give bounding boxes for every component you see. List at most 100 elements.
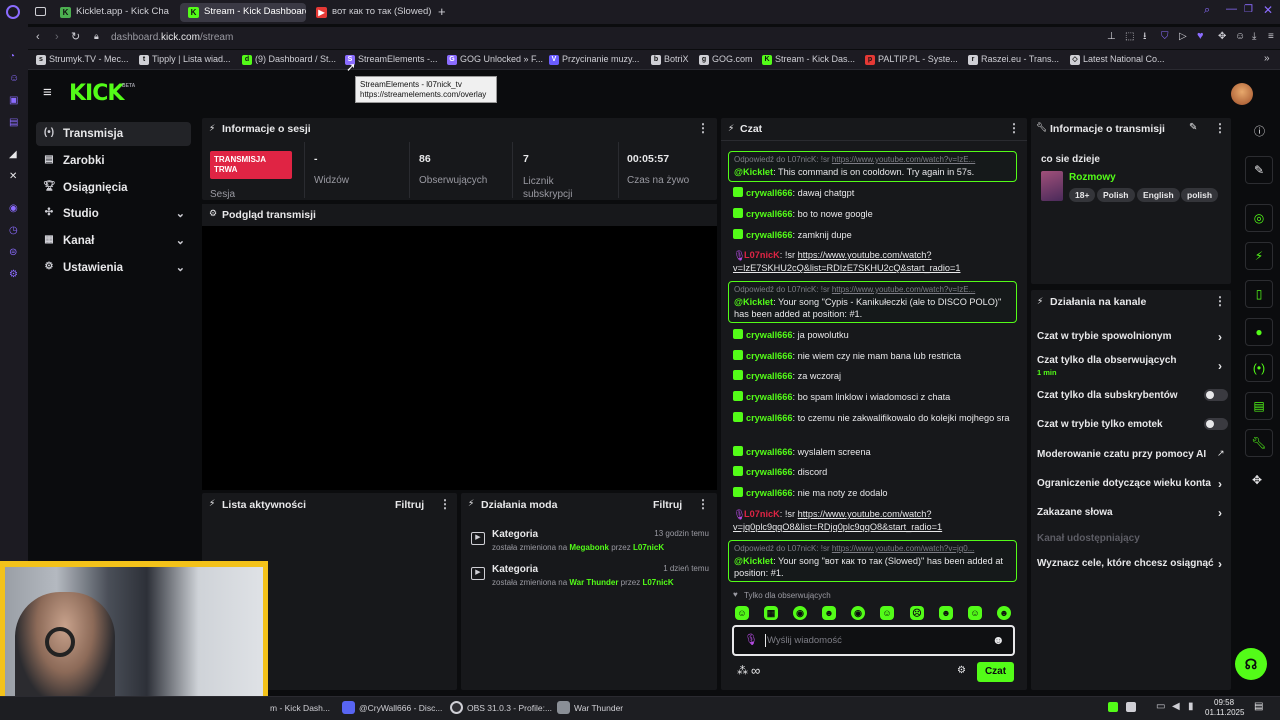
song-link[interactable]: https://www.youtube.com/watch? bbox=[798, 509, 932, 519]
lightning-tool-button[interactable]: ⚡︎ bbox=[1245, 242, 1273, 270]
bookmark-item[interactable]: V Przycinanie muzy... bbox=[549, 54, 639, 65]
maximize-icon[interactable]: ❐ bbox=[1244, 5, 1253, 15]
extensions-icon[interactable]: ✥ bbox=[1218, 32, 1226, 42]
tab-kicklet[interactable]: K Kicklet.app - Kick Cha bbox=[52, 3, 176, 22]
chat-tool-button[interactable]: ● bbox=[1245, 318, 1273, 346]
bookmark-item[interactable]: t Tipply | Lista wiad... bbox=[139, 54, 231, 65]
bookmark-item[interactable]: b BotriX bbox=[651, 54, 689, 65]
notifications-icon[interactable]: ▤ bbox=[1254, 702, 1263, 712]
downloads-icon[interactable]: ⤓ bbox=[1252, 32, 1256, 42]
mic-tray-icon[interactable]: ▮ bbox=[1188, 702, 1194, 712]
browser-menu-icon[interactable]: ≡ bbox=[1268, 32, 1274, 42]
taskbar-item[interactable]: OBS 31.0.3 - Profile:... bbox=[450, 701, 552, 714]
bookmark-item[interactable]: g GOG.com bbox=[699, 54, 753, 65]
banned-words-row[interactable]: Zakazane słowa bbox=[1037, 507, 1227, 518]
tray-icon[interactable] bbox=[1108, 702, 1118, 712]
emote-icon[interactable]: ◉ bbox=[851, 606, 865, 620]
back-icon[interactable]: ‹ bbox=[36, 32, 40, 43]
profile-icon[interactable]: ☺ bbox=[1235, 32, 1245, 42]
bookmark-item[interactable]: r Raszei.eu - Trans... bbox=[968, 54, 1059, 65]
url-field[interactable]: dashboard.kick.com/stream bbox=[111, 32, 233, 43]
avatar[interactable] bbox=[1231, 83, 1253, 105]
tab-overview-icon[interactable] bbox=[35, 7, 46, 16]
list-tool-button[interactable]: ▤ bbox=[1245, 392, 1273, 420]
bookmark-item[interactable]: s Strumyk.TV - Mec... bbox=[36, 54, 129, 65]
kick-logo[interactable]: KICK bbox=[69, 81, 124, 106]
subs-only-toggle[interactable] bbox=[1204, 389, 1228, 401]
play-icon[interactable]: ▷ bbox=[1179, 32, 1187, 42]
more-options-icon[interactable]: ⋮ bbox=[697, 497, 709, 511]
clock-icon[interactable]: ◷ bbox=[9, 226, 18, 236]
sidebar-item-transmisja[interactable]: (•) Transmisja bbox=[36, 122, 191, 146]
network-icon[interactable]: ▭ bbox=[1156, 702, 1165, 712]
filter-button[interactable]: Filtruj bbox=[395, 499, 424, 511]
emote-icon[interactable]: ☺ bbox=[880, 606, 894, 620]
bookmark-item[interactable]: ◇ Latest National Co... bbox=[1070, 54, 1165, 65]
emote-icon[interactable]: ☺ bbox=[735, 606, 749, 620]
infinity-icon[interactable]: ∞ bbox=[751, 664, 760, 677]
taskbar-item[interactable]: m - Kick Dash... bbox=[268, 703, 330, 713]
song-link[interactable]: v=IzE7SKHU2cQ&list=RDIzE7SKHU2cQ&start_r… bbox=[733, 263, 960, 273]
sidebar-item-studio[interactable]: ✣ Studio ⌄ bbox=[36, 202, 191, 226]
send-chat-button[interactable]: Czat bbox=[977, 662, 1014, 682]
move-icon[interactable]: ✥ bbox=[1252, 474, 1262, 486]
user-icon[interactable]: ☺ bbox=[9, 74, 19, 84]
chat-settings-icon[interactable]: ⚙ bbox=[957, 666, 966, 676]
bookmark-item[interactable]: K Stream - Kick Das... bbox=[762, 54, 855, 65]
filter-button[interactable]: Filtruj bbox=[653, 499, 682, 511]
goals-row[interactable]: Wyznacz cele, które chcesz osiągnąć bbox=[1037, 558, 1227, 569]
age-restriction-row[interactable]: Ograniczenie dotyczące wieku konta bbox=[1037, 478, 1227, 489]
edit-tool-button[interactable]: ✎ bbox=[1245, 156, 1273, 184]
broadcast-tool-button[interactable]: (•) bbox=[1245, 354, 1273, 382]
more-options-icon[interactable]: ⋮ bbox=[1214, 294, 1226, 308]
emote-only-toggle[interactable] bbox=[1204, 418, 1228, 430]
document-tool-button[interactable]: ▯ bbox=[1245, 280, 1273, 308]
sidebar-item-zarobki[interactable]: ▤ Zarobki bbox=[36, 149, 191, 173]
new-tab-icon[interactable]: + bbox=[438, 5, 446, 18]
emote-icon[interactable]: ☻ bbox=[939, 606, 953, 620]
sidebar-item-kanal[interactable]: ▦ Kanał ⌄ bbox=[36, 229, 191, 253]
bookmark-item[interactable]: p PALTIP.PL - Syste... bbox=[865, 54, 958, 65]
tray-icon[interactable] bbox=[1126, 702, 1136, 712]
chat-input-box[interactable]: 🎙︎ Wyślij wiadomość ☻ bbox=[732, 625, 1015, 656]
search-icon[interactable]: ⌕ bbox=[1204, 5, 1210, 16]
song-link[interactable]: https://www.youtube.com/watch? bbox=[798, 250, 932, 260]
history-icon[interactable]: ◔ bbox=[9, 52, 15, 62]
shield-icon[interactable]: ⛉ bbox=[1161, 32, 1169, 42]
close-window-icon[interactable]: ✕ bbox=[1263, 4, 1273, 16]
pin-icon[interactable]: ⊥ bbox=[1107, 32, 1116, 42]
taskbar-item[interactable]: @CryWall666 - Disc... bbox=[342, 701, 442, 714]
points-icon[interactable]: ⁂ bbox=[737, 666, 748, 677]
browser-logo-icon[interactable] bbox=[6, 5, 20, 19]
sidebar-item-osiagniecia[interactable]: 🏆︎ Osiągnięcia bbox=[36, 176, 191, 200]
minimize-icon[interactable]: — bbox=[1226, 4, 1237, 15]
volume-icon[interactable]: ◀ bbox=[1172, 702, 1180, 712]
heart-icon[interactable]: ♥ bbox=[1197, 31, 1204, 42]
forward-icon[interactable]: › bbox=[55, 32, 59, 43]
emote-icon[interactable]: ☻ bbox=[997, 606, 1011, 620]
taskbar-item[interactable]: War Thunder bbox=[557, 701, 623, 714]
screenshot-icon[interactable]: ⬚ bbox=[1125, 32, 1134, 42]
more-options-icon[interactable]: ⋮ bbox=[439, 497, 451, 511]
edit-icon[interactable]: ✎ bbox=[1189, 123, 1197, 133]
bookmark-item[interactable]: G GOG Unlocked » F... bbox=[447, 54, 543, 65]
tab-kick-dashboard[interactable]: K Stream - Kick Dashboard bbox=[180, 3, 306, 22]
emote-icon[interactable]: ☹ bbox=[910, 606, 924, 620]
play-circle-icon[interactable]: ◉ bbox=[9, 204, 18, 214]
bookmarks-more-icon[interactable]: » bbox=[1264, 54, 1270, 64]
more-options-icon[interactable]: ⋮ bbox=[1008, 121, 1020, 135]
emote-icon[interactable]: ◉ bbox=[793, 606, 807, 620]
gamepad-icon[interactable]: ▣ bbox=[9, 96, 18, 106]
menu-side-icon[interactable]: ⊜ bbox=[9, 248, 17, 258]
kick-side-icon[interactable]: ◢ bbox=[9, 150, 17, 160]
info-icon[interactable]: ⓘ bbox=[1254, 127, 1265, 138]
more-options-icon[interactable]: ⋮ bbox=[697, 121, 709, 135]
x-icon[interactable]: ✕ bbox=[9, 172, 17, 182]
tab-youtube[interactable]: ▶ вот как то так (Slowed) - bbox=[308, 3, 434, 22]
reload-icon[interactable]: ↻ bbox=[71, 32, 80, 43]
settings-side-icon[interactable]: ⚙ bbox=[9, 270, 18, 280]
emote-icon[interactable]: ☺ bbox=[968, 606, 982, 620]
bookmark-item[interactable]: d (9) Dashboard / St... bbox=[242, 54, 336, 65]
more-options-icon[interactable]: ⋮ bbox=[1214, 121, 1226, 135]
emote-icon[interactable]: ▦ bbox=[764, 606, 778, 620]
